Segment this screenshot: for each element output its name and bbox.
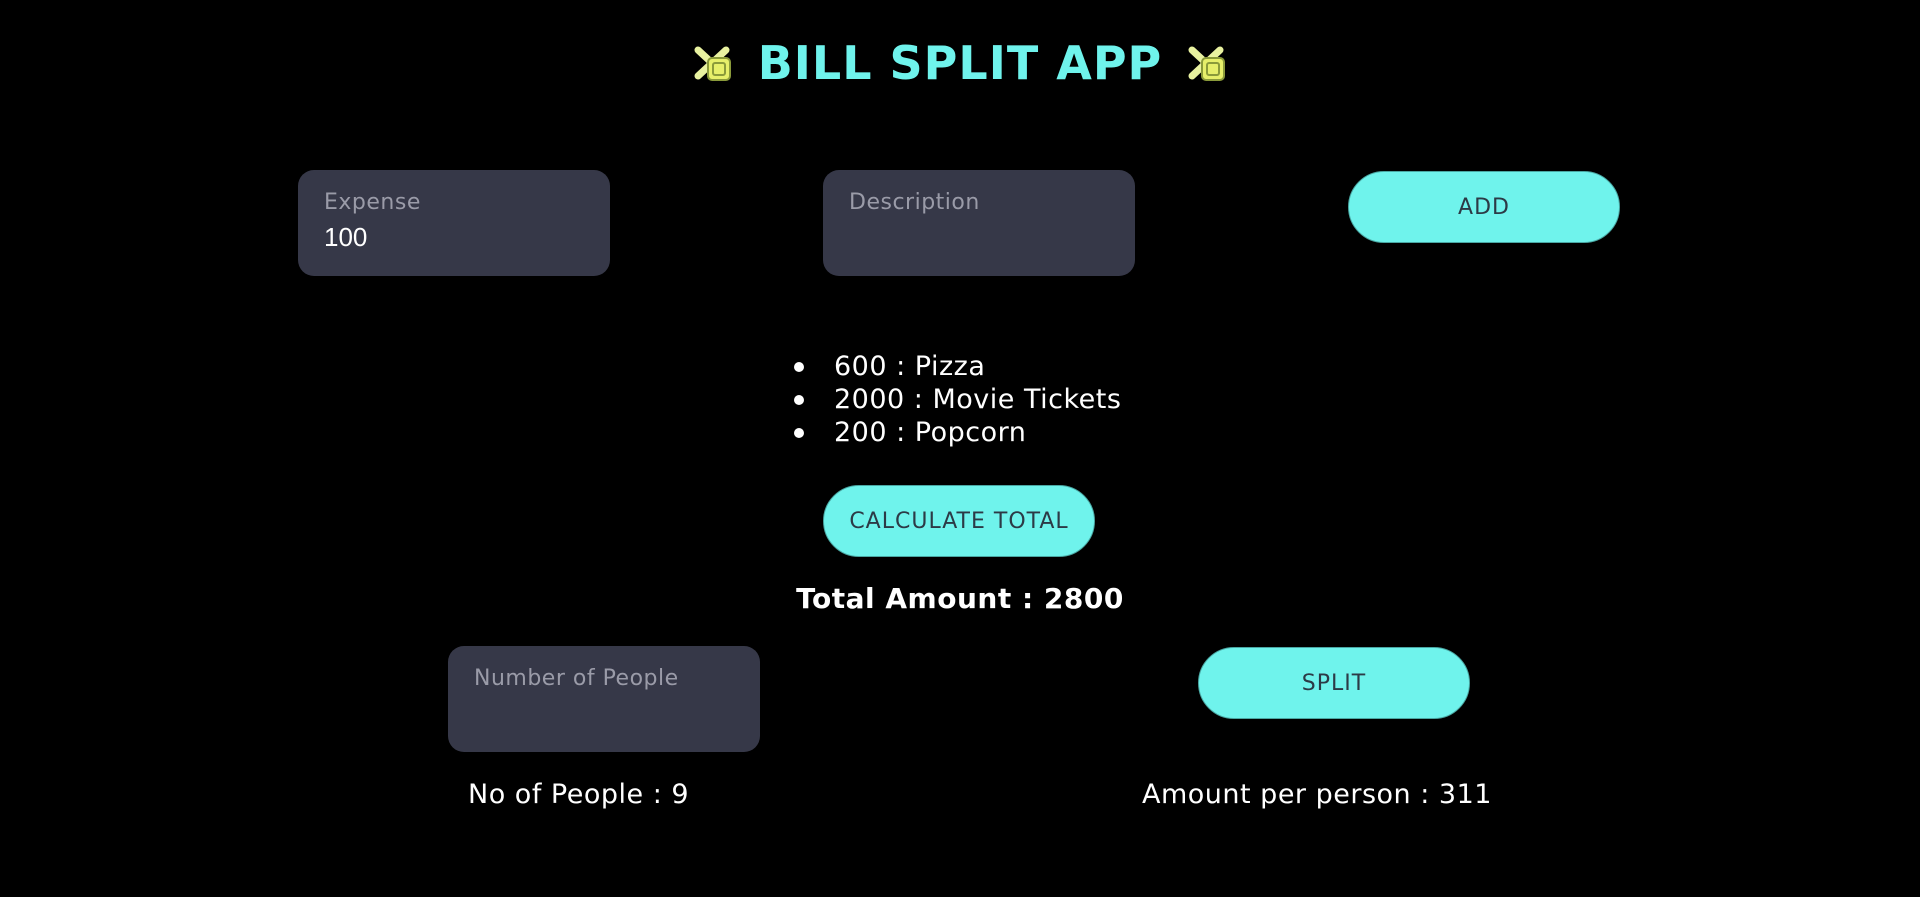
total-amount: Total Amount : 2800 [796, 582, 1124, 615]
expense-item-text: 200 : Popcorn [834, 417, 1027, 448]
bullet-icon [794, 361, 804, 372]
description-field[interactable]: Description [823, 170, 1135, 276]
calculate-total-button[interactable]: CALCULATE TOTAL [823, 485, 1095, 557]
bill-split-app: BILL SPLIT APP Expense 100 Description A… [0, 0, 1920, 897]
people-count-text: No of People : 9 [468, 779, 690, 810]
expense-list: 600 : Pizza 2000 : Movie Tickets 200 : P… [792, 350, 1121, 449]
expense-item-text: 2000 : Movie Tickets [834, 384, 1122, 415]
expense-item-text: 600 : Pizza [834, 351, 986, 382]
split-button[interactable]: SPLIT [1198, 647, 1470, 719]
people-field-value[interactable] [474, 698, 734, 728]
list-item: 600 : Pizza [792, 350, 1121, 383]
cross-coins-icon [690, 40, 736, 86]
expense-field-label: Expense [324, 190, 421, 215]
list-item: 200 : Popcorn [792, 416, 1121, 449]
expense-field[interactable]: Expense 100 [298, 170, 610, 276]
bullet-icon [794, 394, 804, 405]
cross-coins-icon [1184, 40, 1230, 86]
expense-field-value[interactable]: 100 [324, 222, 584, 252]
page-title: BILL SPLIT APP [757, 36, 1163, 90]
people-field-label: Number of People [474, 666, 679, 691]
app-header: BILL SPLIT APP [0, 36, 1920, 90]
number-of-people-field[interactable]: Number of People [448, 646, 760, 752]
amount-per-person-text: Amount per person : 311 [1142, 779, 1492, 810]
description-field-value[interactable] [849, 222, 1109, 252]
list-item: 2000 : Movie Tickets [792, 383, 1121, 416]
add-button[interactable]: ADD [1348, 171, 1620, 243]
description-field-label: Description [849, 190, 980, 215]
bullet-icon [794, 427, 804, 438]
